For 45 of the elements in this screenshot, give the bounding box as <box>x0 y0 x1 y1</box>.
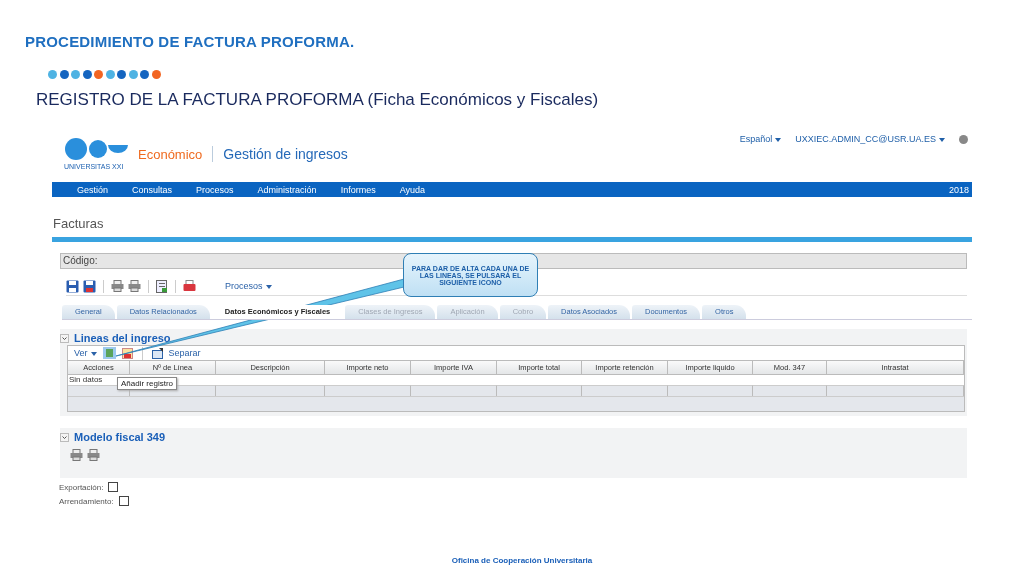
module-name: Económico <box>138 147 203 162</box>
logo-icon <box>64 137 128 163</box>
collapse-icon[interactable] <box>60 333 69 343</box>
save-icon[interactable] <box>83 279 96 293</box>
slide-subtitle: REGISTRO DE LA FACTURA PROFORMA (Ficha Económicos y Fiscales) <box>36 90 600 110</box>
printer-icon[interactable] <box>183 280 196 292</box>
checkbox-label: Exportación: <box>59 482 104 492</box>
printer-icon[interactable] <box>128 280 141 292</box>
checkbox[interactable] <box>108 482 119 492</box>
printer-icon[interactable] <box>87 449 100 461</box>
checkbox[interactable] <box>118 496 129 506</box>
section-title: Lineas del ingreso <box>74 332 171 344</box>
menu-item[interactable]: Consultas <box>132 184 173 195</box>
caret-icon <box>265 284 272 289</box>
section-title: Modelo fiscal 349 <box>74 431 166 443</box>
empty-message: Sin datos <box>68 375 103 385</box>
table-cell <box>68 385 130 396</box>
document-icon[interactable] <box>156 279 168 293</box>
menu-item[interactable]: Administración <box>257 184 317 195</box>
printer-icon[interactable] <box>111 280 124 292</box>
status-dot-icon <box>959 134 968 144</box>
checkbox-label: Arrendamiento: <box>59 496 114 506</box>
printer-icon[interactable] <box>70 449 83 461</box>
app-title: Gestión de ingresos <box>212 146 348 162</box>
view-menu[interactable]: Ver <box>74 348 97 358</box>
page-title: Facturas <box>53 216 105 231</box>
add-record-icon[interactable] <box>102 347 116 359</box>
collapse-icon[interactable] <box>60 432 69 442</box>
menu-item[interactable]: Informes <box>340 184 376 195</box>
processes-menu[interactable]: Procesos <box>225 281 272 291</box>
split-button[interactable]: Separar <box>168 348 201 358</box>
footer-text: Oficina de Cooperación Universitaria <box>451 556 593 565</box>
user-menu[interactable]: UXXIEC.ADMIN_CC@USR.UA.ES <box>795 134 945 144</box>
menu-item[interactable]: Procesos <box>196 184 234 195</box>
year-label: 2018 <box>948 184 969 195</box>
caret-icon <box>775 137 782 142</box>
slide-title: PROCEDIMIENTO DE FACTURA PROFORMA. <box>25 33 356 50</box>
menu-item[interactable]: Ayuda <box>399 184 425 195</box>
save-icon[interactable] <box>66 279 79 293</box>
tooltip: Añadir registro <box>117 377 178 390</box>
caret-icon <box>90 351 97 356</box>
menu-item[interactable]: Gestión <box>77 184 109 195</box>
caret-icon <box>939 137 945 142</box>
language-menu[interactable]: Español <box>739 134 782 144</box>
split-icon[interactable] <box>151 347 163 359</box>
